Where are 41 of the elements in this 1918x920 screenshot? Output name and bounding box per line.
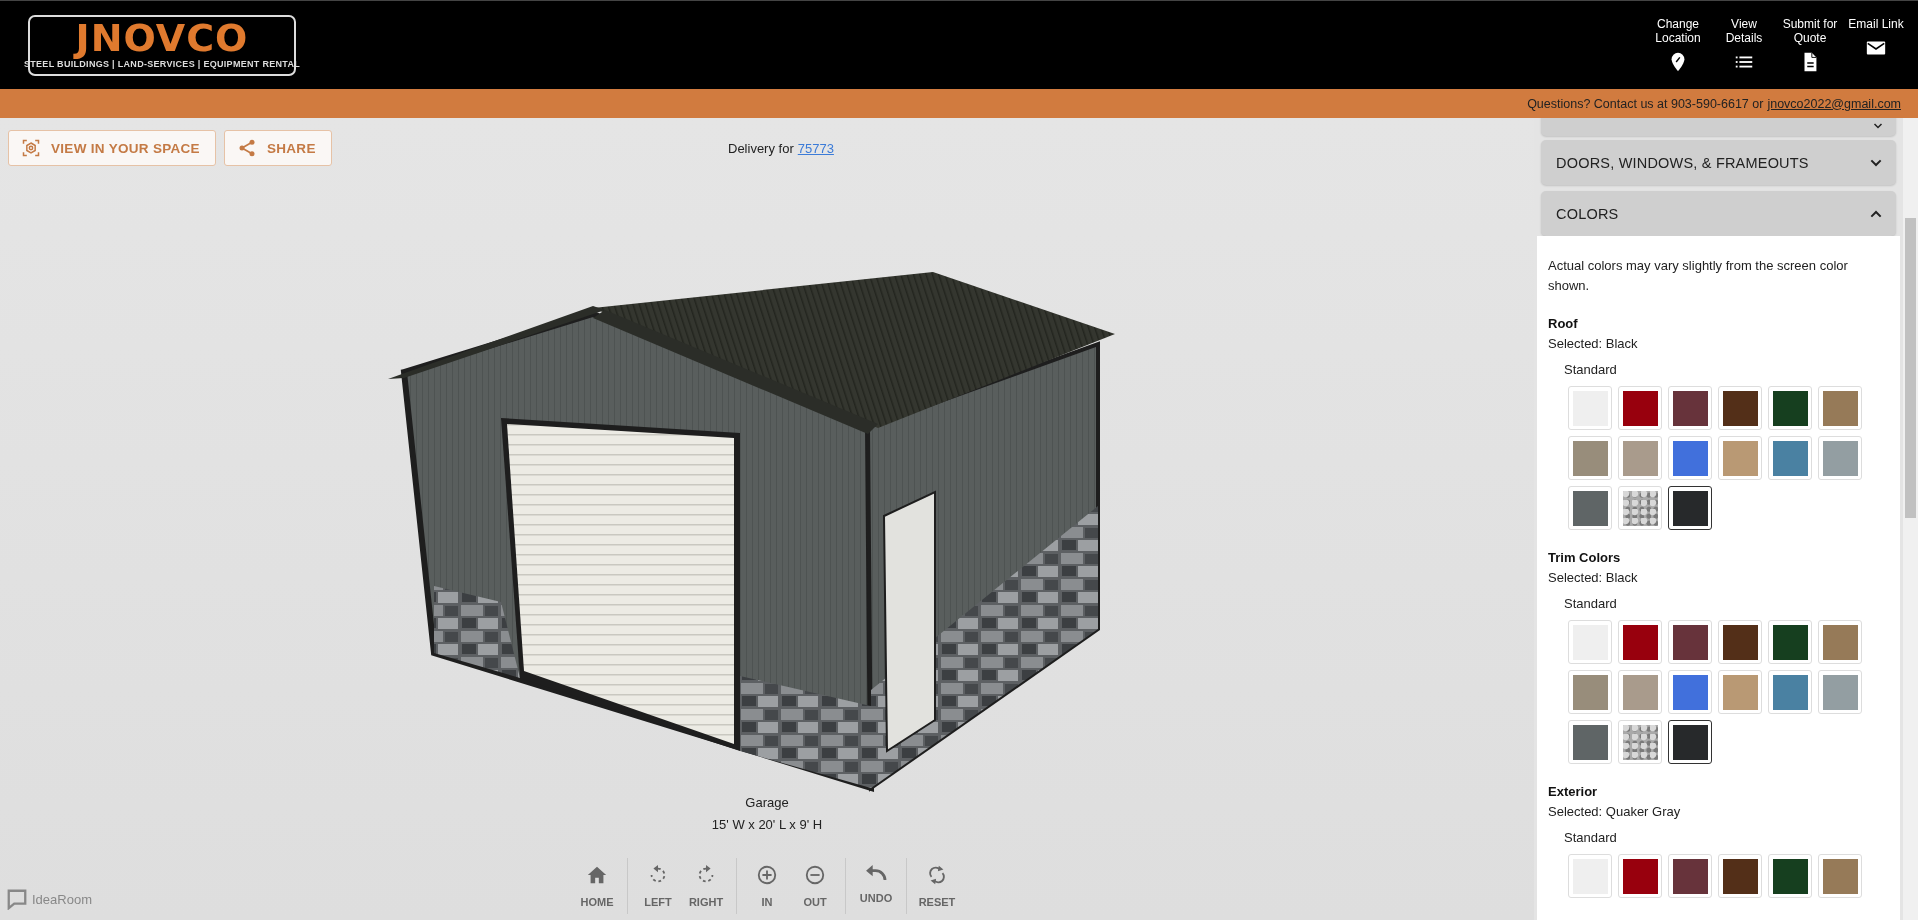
viewer-control-button[interactable]: IN	[743, 858, 791, 914]
color-subgroup-label: Standard	[1564, 595, 1618, 613]
color-group-title: Roof	[1548, 315, 1579, 333]
view-in-space-button[interactable]: VIEW IN YOUR SPACE	[8, 130, 216, 166]
color-group-title: Exterior	[1548, 783, 1599, 801]
viewer-control-button[interactable]: OUT	[791, 858, 839, 914]
cube-scan-icon	[21, 138, 41, 158]
header-nav-button[interactable]: Submit for Quote	[1782, 17, 1838, 73]
share-button[interactable]: SHARE	[223, 130, 332, 166]
speech-bubble-icon	[6, 888, 28, 910]
building-dimensions: 15' W x 20' L x 9' H	[711, 816, 823, 834]
selected-color-text: Selected: Black	[1548, 569, 1639, 587]
undo-icon	[865, 864, 887, 882]
header-nav-button[interactable]: Change Location	[1650, 17, 1706, 73]
scrollbar[interactable]	[1903, 118, 1918, 920]
building-name: Garage	[745, 794, 789, 812]
viewer-control-button[interactable]: RESET	[913, 858, 961, 914]
zip-code-link[interactable]: 75773	[797, 140, 834, 156]
reset-icon	[926, 864, 948, 886]
color-group-title: Trim Colors	[1548, 549, 1622, 567]
brand-text: IdeaRoom	[32, 891, 92, 907]
contact-text: Questions? Contact us at 903-590-6617 or	[1527, 96, 1764, 111]
selected-color-text: Selected: Black	[1548, 335, 1639, 353]
viewer-control-button[interactable]: UNDO	[852, 858, 900, 914]
viewer-control-button[interactable]: LEFT	[634, 858, 682, 914]
home-icon	[586, 864, 608, 886]
zoom-in-icon	[756, 864, 778, 886]
viewer-control-button[interactable]: HOME	[573, 858, 621, 914]
color-subgroup-label: Standard	[1564, 829, 1618, 847]
delivery-label: Delivery for	[728, 140, 794, 156]
email-link[interactable]: jnovco2022@gmail.com	[1767, 96, 1901, 111]
header-nav-button[interactable]: View Details	[1716, 17, 1772, 73]
accordion-header[interactable]: COLORS	[1541, 191, 1896, 236]
selected-color-text: Selected: Quaker Gray	[1548, 803, 1682, 821]
color-subgroup-label: Standard	[1564, 361, 1618, 379]
zoom-out-icon	[804, 864, 826, 886]
scrollbar-thumb[interactable]	[1905, 218, 1916, 518]
header-nav-button[interactable]: Email Link	[1848, 17, 1904, 73]
accordion-header[interactable]: DOORS, WINDOWS, & FRAMEOUTS	[1541, 140, 1896, 185]
color-disclaimer: Actual colors may vary slightly from the screen color shown.	[1548, 257, 1849, 295]
viewer-control-button[interactable]: RIGHT	[682, 858, 730, 914]
